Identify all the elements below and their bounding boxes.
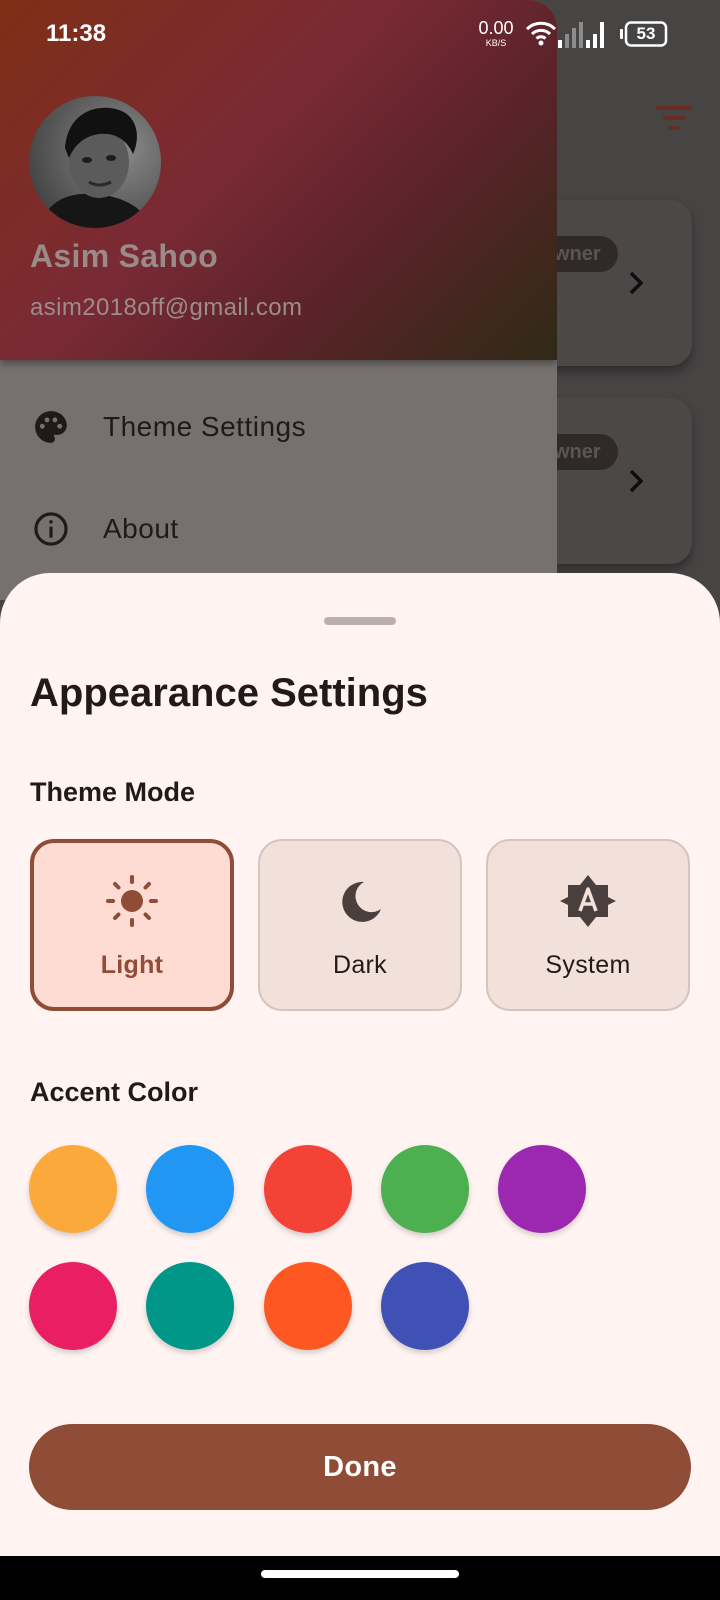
- network-speed-value: 0.00: [478, 18, 514, 38]
- info-icon: [34, 512, 68, 546]
- navigation-bar: [0, 1556, 720, 1600]
- theme-mode-dark-option[interactable]: Dark: [258, 839, 462, 1011]
- accent-color-swatch-orange[interactable]: [29, 1145, 117, 1233]
- appearance-settings-sheet: Appearance Settings Theme Mode Light Dar…: [0, 573, 720, 1556]
- accent-color-swatch-deep-orange[interactable]: [264, 1262, 352, 1350]
- accent-color-swatch-blue[interactable]: [146, 1145, 234, 1233]
- accent-color-swatch-green[interactable]: [381, 1145, 469, 1233]
- mode-label: Light: [100, 951, 164, 979]
- auto-brightness-icon: [560, 875, 616, 927]
- wifi-icon: [526, 21, 556, 46]
- mode-label: Dark: [333, 951, 387, 979]
- accent-color-swatch-pink[interactable]: [29, 1262, 117, 1350]
- battery-level: 53: [636, 24, 656, 43]
- drawer-item-label: Theme Settings: [103, 411, 307, 442]
- done-button[interactable]: Done: [29, 1424, 691, 1510]
- navigation-drawer: Asim Sahoo asim2018off@gmail.com Theme S…: [0, 0, 557, 600]
- sheet-title: Appearance Settings: [30, 671, 428, 715]
- drawer-item-theme-settings[interactable]: Theme Settings: [0, 378, 557, 474]
- accent-color-swatch-teal[interactable]: [146, 1262, 234, 1350]
- moon-icon: [342, 881, 381, 922]
- mode-label: System: [545, 951, 631, 979]
- chevron-right-icon: [629, 469, 644, 493]
- drag-handle[interactable]: [324, 617, 396, 625]
- status-bar: 11:38 0.00 KB/S 53: [0, 0, 720, 66]
- accent-color-swatch-purple[interactable]: [498, 1145, 586, 1233]
- profile-email: asim2018off@gmail.com: [30, 294, 303, 321]
- accent-color-label: Accent Color: [30, 1077, 199, 1107]
- theme-mode-system-option[interactable]: System: [486, 839, 690, 1011]
- filter-icon: [656, 106, 692, 130]
- sun-icon: [106, 875, 158, 927]
- chevron-right-icon: [629, 271, 644, 295]
- profile-name: Asim Sahoo: [30, 238, 218, 274]
- drawer-item-about[interactable]: About: [0, 480, 557, 576]
- accent-color-swatch-indigo[interactable]: [381, 1262, 469, 1350]
- accent-color-swatch-red[interactable]: [264, 1145, 352, 1233]
- theme-mode-label: Theme Mode: [30, 777, 196, 807]
- avatar-photo: [29, 96, 161, 228]
- home-indicator[interactable]: [261, 1570, 459, 1578]
- status-time: 11:38: [46, 20, 107, 47]
- palette-icon: [35, 411, 67, 443]
- network-speed: 0.00 KB/S: [472, 19, 520, 48]
- signal-icon: [558, 22, 604, 48]
- avatar[interactable]: [29, 96, 161, 228]
- theme-mode-light-option[interactable]: Light: [30, 839, 234, 1011]
- network-speed-unit: KB/S: [485, 38, 507, 48]
- drawer-item-label: About: [103, 513, 179, 544]
